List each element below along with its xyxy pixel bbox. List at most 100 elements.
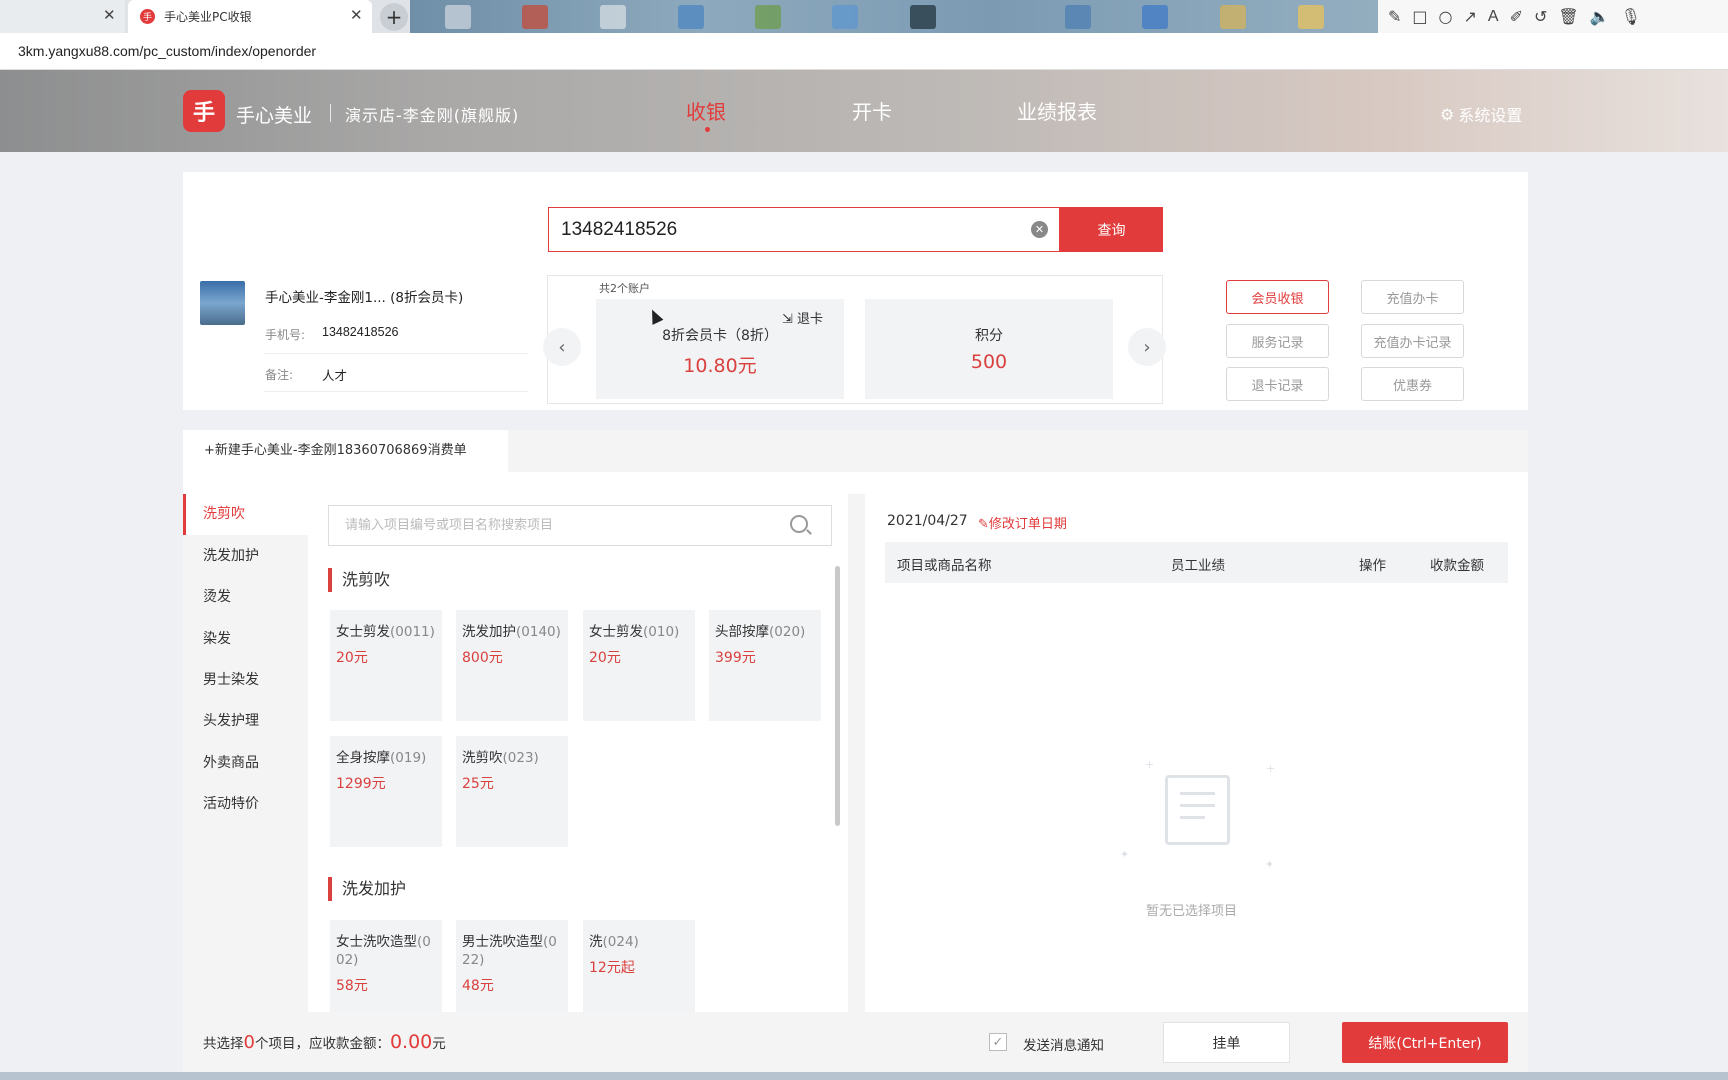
sparkle-icon: ✦ xyxy=(1120,848,1130,861)
section-title: 洗发加护 xyxy=(328,877,406,901)
column-header: 收款金额 xyxy=(1430,558,1484,574)
member-checkout-button[interactable]: 会员收银 xyxy=(1226,280,1329,314)
service-item[interactable]: 洗(024) 12元起 xyxy=(583,920,695,1012)
category-item-takeaway[interactable]: 外卖商品 xyxy=(183,743,308,784)
member-search-input[interactable]: 13482418526 xyxy=(548,207,1060,252)
close-tab-icon[interactable]: ✕ xyxy=(103,6,116,24)
trash-icon[interactable]: 🗑 xyxy=(1558,7,1578,26)
account-balance: 10.80元 xyxy=(683,355,757,377)
service-item[interactable]: 头部按摩(020) 399元 xyxy=(709,610,821,721)
app-icon xyxy=(600,5,626,29)
speaker-icon[interactable]: 🔈 xyxy=(1590,7,1610,26)
refund-records-button[interactable]: 退卡记录 xyxy=(1226,367,1329,401)
member-phone: 13482418526 xyxy=(322,325,399,339)
send-notification-label: 发送消息通知 xyxy=(1023,1038,1104,1054)
rectangle-icon[interactable]: □ xyxy=(1412,7,1427,26)
hold-order-button[interactable]: 挂单 xyxy=(1163,1022,1290,1063)
app-icon xyxy=(522,5,548,29)
new-order-tab[interactable]: +新建手心美业-李金刚18360706869消费单 xyxy=(183,430,508,472)
item-price: 25元 xyxy=(462,776,494,792)
category-item-wash-cut-blow[interactable]: 洗剪吹 xyxy=(183,494,308,535)
circle-icon[interactable]: ○ xyxy=(1439,7,1453,26)
nav-cashier[interactable]: 收银 xyxy=(686,96,726,125)
service-records-button[interactable]: 服务记录 xyxy=(1226,324,1329,358)
divider xyxy=(264,353,528,354)
nav-open-card[interactable]: 开卡 xyxy=(852,96,892,125)
settings-button[interactable]: ⚙ 系统设置 xyxy=(1440,102,1522,126)
item-name: 女士洗吹造型 xyxy=(336,934,417,950)
app-icon xyxy=(910,5,936,29)
gear-icon: ⚙ xyxy=(1440,104,1455,124)
service-item[interactable]: 洗剪吹(023) 25元 xyxy=(456,736,568,847)
account-title: 8折会员卡（8折） xyxy=(662,328,778,344)
coupons-button[interactable]: 优惠券 xyxy=(1361,367,1464,401)
address-bar[interactable]: 3km.yangxu88.com/pc_custom/index/openord… xyxy=(0,33,1728,70)
microphone-icon[interactable]: 🎙 xyxy=(1621,7,1641,26)
item-code: (024) xyxy=(602,934,639,950)
app-icon xyxy=(678,5,704,29)
category-item-perm[interactable]: 烫发 xyxy=(183,577,308,618)
service-item[interactable]: 女士剪发(010) 20元 xyxy=(583,610,695,721)
sparkle-icon: + xyxy=(1145,758,1155,771)
clear-search-icon[interactable]: ✕ xyxy=(1031,221,1048,238)
column-header: 项目或商品名称 xyxy=(897,558,992,574)
carousel-prev-button[interactable]: ‹ xyxy=(543,328,581,366)
query-button[interactable]: 查询 xyxy=(1060,207,1163,252)
item-name: 全身按摩 xyxy=(336,750,390,766)
nav-performance-report[interactable]: 业绩报表 xyxy=(1017,96,1097,125)
account-card-points[interactable]: 积分 500 xyxy=(865,299,1113,399)
recharge-button[interactable]: 充值办卡 xyxy=(1361,280,1464,314)
pen-icon[interactable]: ✎ xyxy=(1388,7,1401,26)
member-note: 人才 xyxy=(322,368,348,383)
item-code: (023) xyxy=(502,750,539,766)
item-name: 女士剪发 xyxy=(589,624,643,640)
favicon-icon: 手 xyxy=(140,9,155,24)
browser-tab-inactive[interactable]: ✕ xyxy=(0,0,125,33)
undo-icon[interactable]: ↺ xyxy=(1534,7,1547,26)
empty-document-icon xyxy=(1165,775,1230,845)
edit-date-label: 修改订单日期 xyxy=(988,517,1067,532)
item-price: 48元 xyxy=(462,978,494,994)
recharge-records-button[interactable]: 充值办卡记录 xyxy=(1361,324,1464,358)
edit-order-date-link[interactable]: ✎修改订单日期 xyxy=(978,513,1067,532)
new-tab-icon[interactable]: + xyxy=(380,3,408,31)
arrow-icon[interactable]: ↗ xyxy=(1464,7,1477,26)
app-icon xyxy=(755,5,781,29)
category-item-wash-care[interactable]: 洗发加护 xyxy=(183,536,308,577)
divider xyxy=(848,494,865,1012)
item-price: 20元 xyxy=(336,650,368,666)
category-item-dye[interactable]: 染发 xyxy=(183,619,308,660)
close-tab-icon[interactable]: ✕ xyxy=(350,6,363,24)
checkout-button[interactable]: 结账(Ctrl+Enter) xyxy=(1342,1022,1508,1063)
app-icon xyxy=(1065,5,1091,29)
service-item[interactable]: 男士洗吹造型(022) 48元 xyxy=(456,920,568,1012)
items-scrollbar[interactable] xyxy=(835,566,840,826)
amount-due: 0.00 xyxy=(389,1031,433,1053)
refund-card-button[interactable]: ⇲ 退卡 xyxy=(782,308,823,327)
search-icon[interactable] xyxy=(790,515,808,533)
item-search-input[interactable]: 请输入项目编号或项目名称搜索项目 xyxy=(328,505,832,546)
summary-mid: 个项目，应收款金额： xyxy=(254,1036,390,1052)
note-label: 备注: xyxy=(265,368,294,382)
category-item-men-dye[interactable]: 男士染发 xyxy=(183,660,308,701)
text-icon[interactable]: A xyxy=(1488,8,1499,26)
service-item[interactable]: 女士剪发(0011) 20元 xyxy=(330,610,442,721)
carousel-next-button[interactable]: › xyxy=(1128,328,1166,366)
account-points: 500 xyxy=(970,351,1008,373)
divider xyxy=(330,104,331,122)
highlighter-icon[interactable]: ✐ xyxy=(1510,7,1523,26)
item-name: 女士剪发 xyxy=(336,624,390,640)
avatar xyxy=(200,281,245,325)
service-item[interactable]: 洗发加护(0140) 800元 xyxy=(456,610,568,721)
service-item[interactable]: 女士洗吹造型(002) 58元 xyxy=(330,920,442,1012)
category-item-hair-care[interactable]: 头发护理 xyxy=(183,701,308,742)
item-code: (020) xyxy=(769,624,806,640)
send-notification-checkbox[interactable]: ✓ xyxy=(989,1033,1007,1051)
service-item[interactable]: 全身按摩(019) 1299元 xyxy=(330,736,442,847)
browser-tab-active[interactable]: 手 手心美业PC收银 ✕ xyxy=(128,0,372,33)
order-table-header: 项目或商品名称 员工业绩 操作 收款金额 xyxy=(885,542,1508,583)
item-code: (0140) xyxy=(516,624,561,640)
refund-label: 退卡 xyxy=(797,312,824,327)
category-item-promotion[interactable]: 活动特价 xyxy=(183,784,308,825)
brand-name: 手心美业 xyxy=(236,105,313,127)
